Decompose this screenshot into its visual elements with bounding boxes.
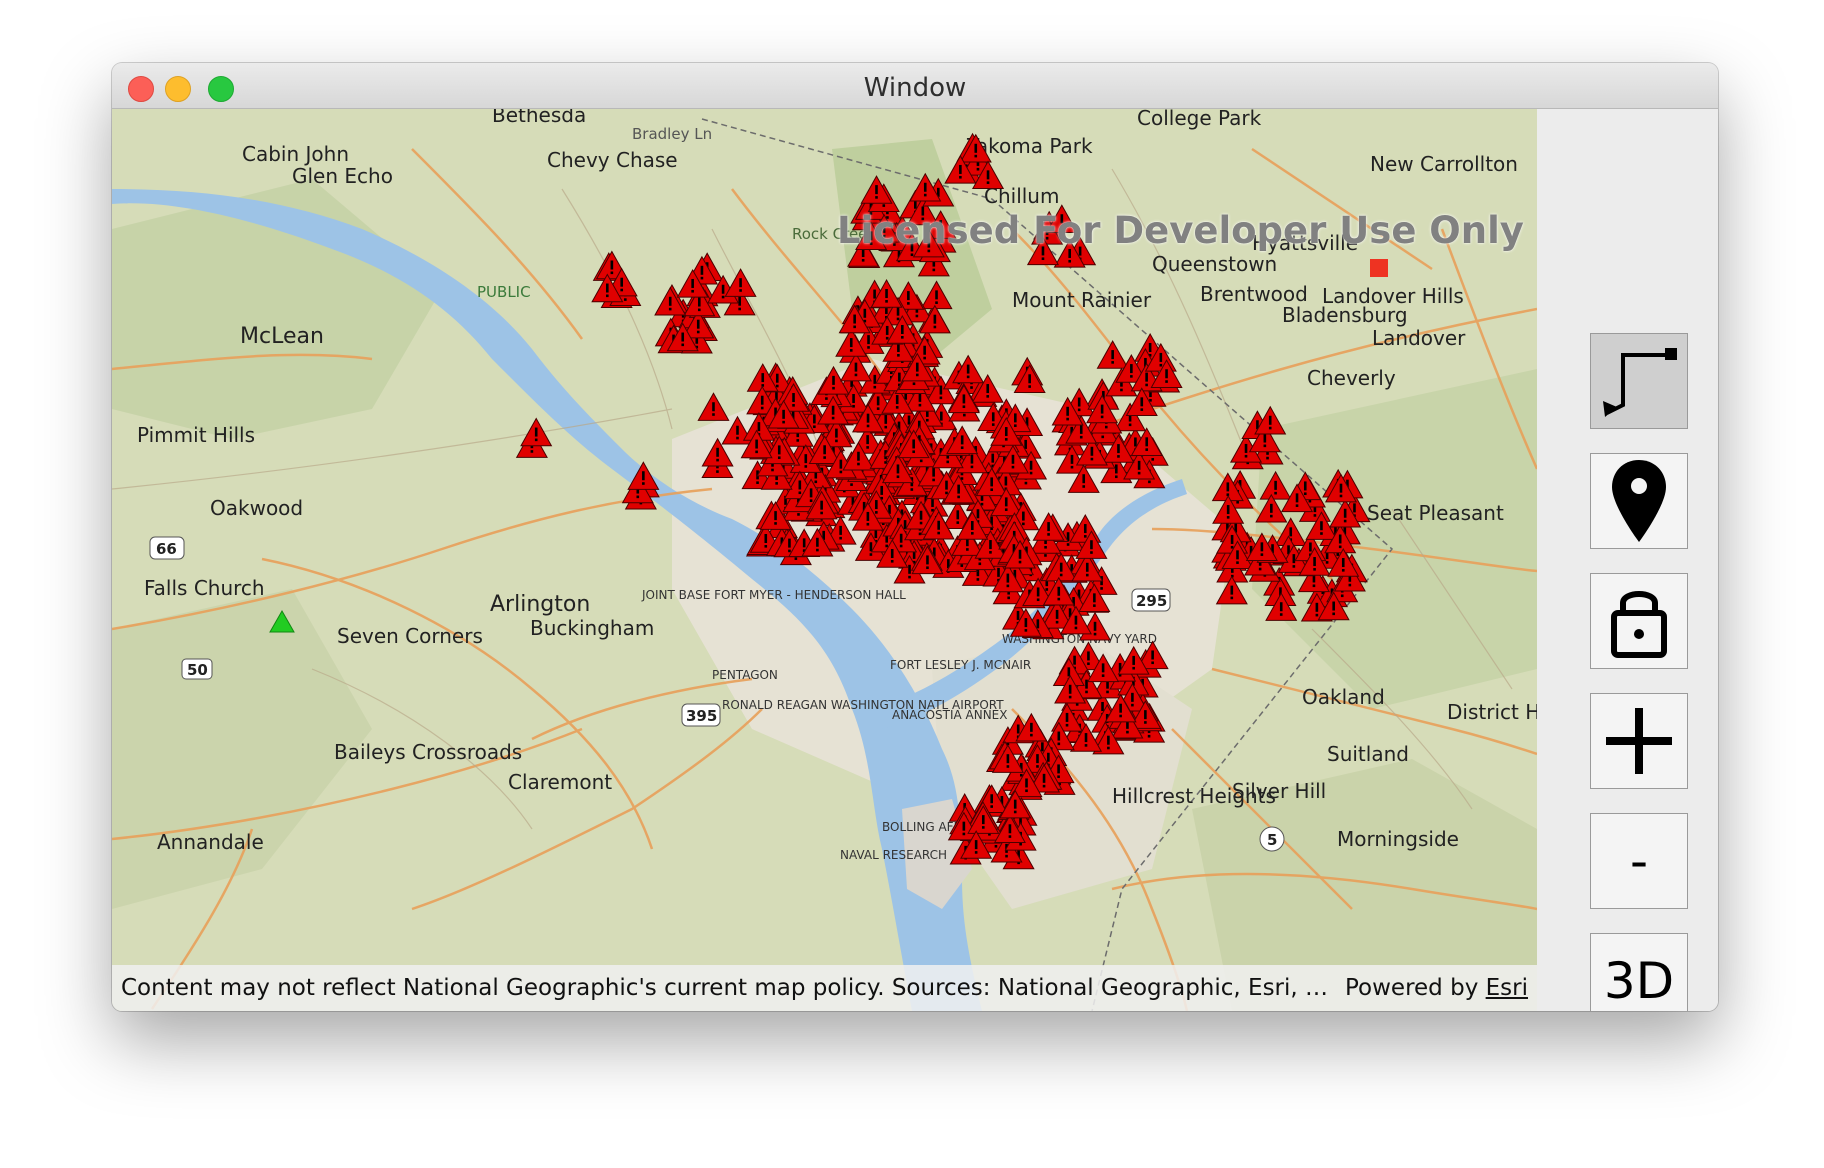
pin-tool-button[interactable]	[1590, 453, 1688, 549]
map-view[interactable]: Bethesda Bradley Ln Chevy Chase Cabin Jo…	[112, 109, 1537, 1011]
window-title: Window	[863, 73, 967, 103]
label-oakland: Oakland	[1302, 685, 1385, 709]
shield-295: 295	[1136, 592, 1167, 610]
label-oakwood: Oakwood	[210, 496, 303, 520]
attribution-text: Content may not reflect National Geograp…	[121, 975, 1336, 1001]
label-seat-pleasant: Seat Pleasant	[1367, 501, 1504, 525]
label-mclean: McLean	[240, 324, 324, 349]
route-tool-button[interactable]	[1590, 333, 1688, 429]
lock-tool-button[interactable]	[1590, 573, 1688, 669]
label-bolling-afb: BOLLING AFB	[882, 820, 962, 834]
label-bradley-ln: Bradley Ln	[632, 125, 712, 143]
label-college-park: College Park	[1137, 109, 1262, 130]
label-suitland: Suitland	[1327, 742, 1409, 766]
route-icon	[1603, 348, 1677, 417]
red-square-marker[interactable]	[1370, 259, 1388, 277]
label-baileys-crossroads: Baileys Crossroads	[334, 740, 522, 764]
label-morningside: Morningside	[1337, 827, 1459, 851]
label-annandale: Annandale	[157, 830, 264, 854]
zoom-out-button[interactable]: -	[1590, 813, 1688, 909]
label-fort-mcnair: FORT LESLEY J. MCNAIR	[890, 658, 1031, 672]
label-anacostia-annex: ANACOSTIA ANNEX	[892, 708, 1007, 722]
label-hillcrest-heights: Hillcrest Heights	[1112, 784, 1276, 808]
label-glen-echo: Glen Echo	[292, 164, 393, 188]
label-buckingham: Buckingham	[530, 616, 654, 640]
lock-icon	[1611, 591, 1667, 658]
view-3d-button[interactable]: 3D	[1590, 933, 1688, 1011]
label-pentagon: PENTAGON	[712, 668, 778, 682]
powered-by-label: Powered by	[1345, 975, 1479, 1001]
shield-66: 66	[156, 540, 177, 558]
label-bladensburg: Bladensburg	[1282, 303, 1408, 327]
label-claremont: Claremont	[508, 770, 612, 794]
title-bar: Window	[112, 63, 1718, 109]
label-chevy-chase: Chevy Chase	[547, 148, 678, 172]
label-queenstown: Queenstown	[1152, 252, 1277, 276]
esri-link[interactable]: Esri	[1486, 975, 1528, 1001]
label-public: PUBLIC	[477, 283, 531, 301]
zoom-in-button[interactable]	[1590, 693, 1688, 789]
label-pimmit-hills: Pimmit Hills	[137, 423, 255, 447]
label-arlington: Arlington	[490, 592, 590, 617]
attribution-bar: Content may not reflect National Geograp…	[112, 965, 1537, 1011]
label-new-carrollton: New Carrollton	[1370, 152, 1518, 176]
powered-by: Powered by Esri	[1345, 965, 1528, 1011]
label-cheverly: Cheverly	[1307, 366, 1396, 390]
label-landover: Landover	[1372, 326, 1466, 350]
label-cabin-john: Cabin John	[242, 142, 349, 166]
shield-5: 5	[1267, 831, 1277, 849]
shield-395: 395	[686, 707, 717, 725]
label-district-heights: District Heights	[1447, 700, 1537, 724]
plus-icon	[1606, 708, 1672, 774]
shield-50: 50	[187, 661, 208, 679]
label-seven-corners: Seven Corners	[337, 624, 483, 648]
developer-watermark: Licensed For Developer Use Only	[837, 209, 1524, 252]
label-mount-rainier: Mount Rainier	[1012, 288, 1152, 312]
label-falls-church: Falls Church	[144, 576, 265, 600]
label-naval-research: NAVAL RESEARCH	[840, 848, 947, 862]
label-fort-myer: JOINT BASE FORT MYER - HENDERSON HALL	[641, 588, 906, 602]
app-window: Window Bethesda Bradley Ln Chevy Chase C…	[112, 63, 1718, 1011]
map-pin-icon	[1612, 460, 1666, 542]
toolbar: - 3D	[1537, 109, 1718, 1011]
label-bethesda: Bethesda	[492, 109, 586, 127]
